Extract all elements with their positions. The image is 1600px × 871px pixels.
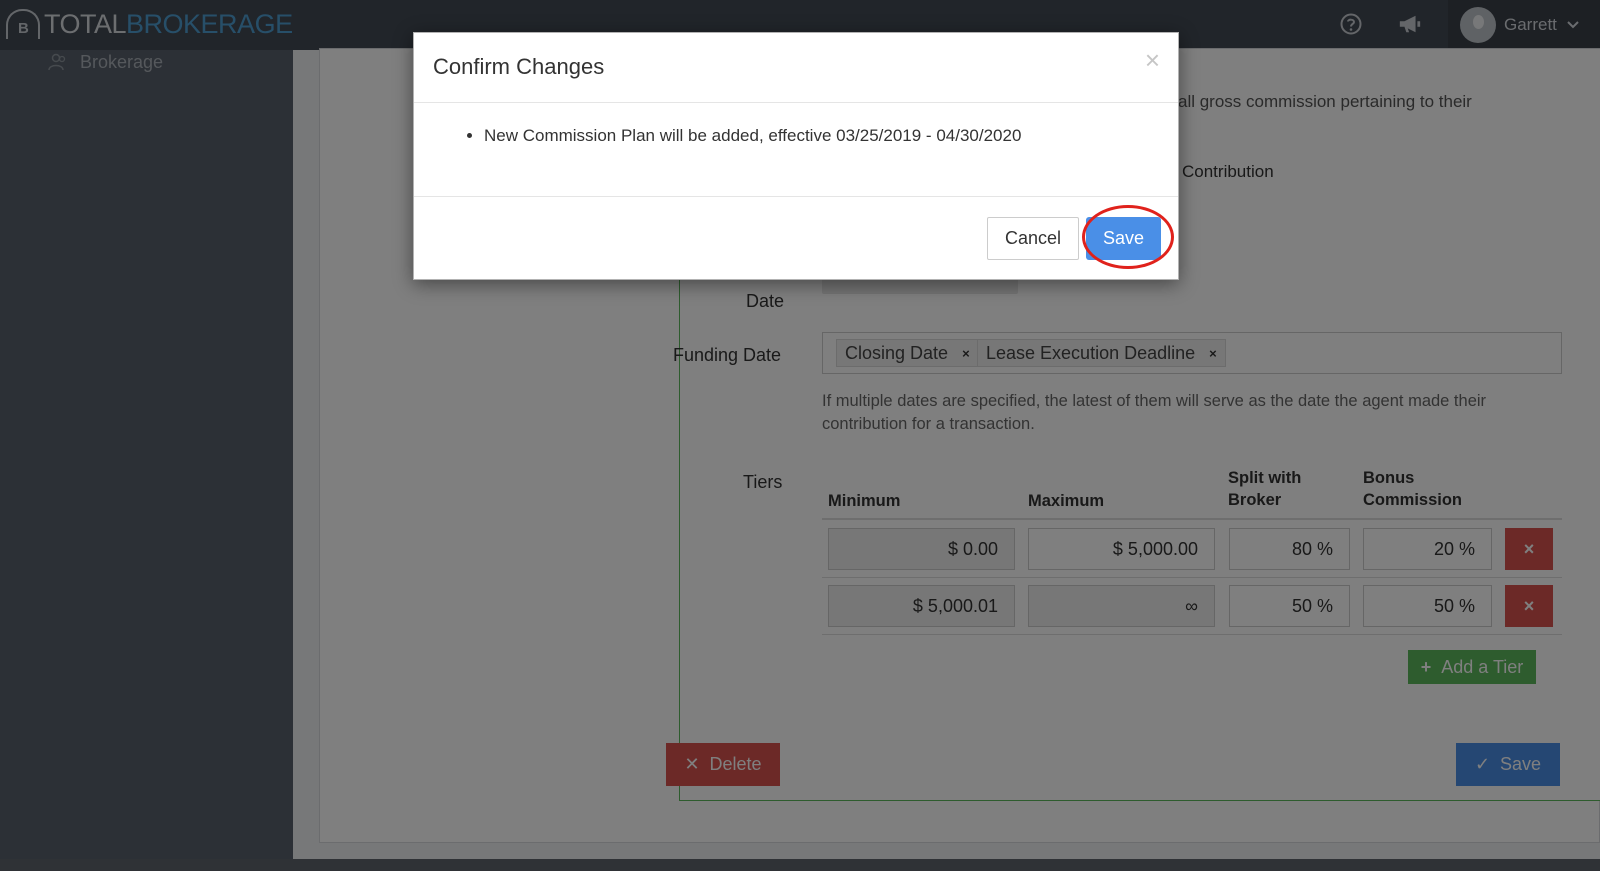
list-item: New Commission Plan will be added, effec… (484, 125, 1021, 147)
highlight-annotation (1082, 205, 1174, 269)
modal-footer: Cancel Save (414, 197, 1178, 279)
cancel-button[interactable]: Cancel (987, 217, 1079, 260)
close-icon[interactable]: × (1145, 47, 1160, 73)
modal-body: New Commission Plan will be added, effec… (414, 103, 1178, 197)
modal-title: Confirm Changes (433, 54, 605, 79)
confirm-changes-modal: Confirm Changes × New Commission Plan wi… (413, 32, 1179, 280)
change-list: New Commission Plan will be added, effec… (484, 125, 1021, 147)
modal-header: Confirm Changes × (414, 33, 1178, 103)
